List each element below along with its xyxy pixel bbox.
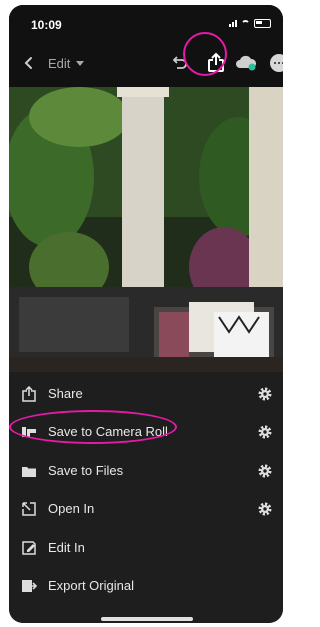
menu-item-export-original[interactable]: Export Original	[9, 567, 283, 605]
status-time: 10:09	[31, 18, 62, 32]
menu-item-label: Open In	[48, 501, 95, 516]
app-bar: Edit	[9, 41, 283, 87]
chevron-down-icon[interactable]	[76, 61, 84, 66]
gear-icon[interactable]	[257, 463, 273, 479]
edit-in-icon	[22, 541, 36, 555]
highlight-ring-share-button	[183, 32, 227, 76]
menu-item-open-in[interactable]: Open In	[9, 490, 283, 528]
gear-icon[interactable]	[257, 386, 273, 402]
photo-preview	[9, 87, 283, 372]
back-chevron-icon[interactable]	[21, 55, 37, 71]
cloud-sync-icon[interactable]	[235, 54, 257, 72]
menu-item-share[interactable]: Share	[9, 375, 283, 413]
more-options-button[interactable]	[270, 54, 283, 72]
export-menu: Share Save to Camera Roll Save to Files …	[9, 372, 283, 623]
home-indicator	[101, 617, 193, 621]
status-bar: 10:09	[9, 5, 283, 41]
gear-icon[interactable]	[257, 424, 273, 440]
signal-icon	[229, 20, 237, 27]
menu-item-save-to-files[interactable]: Save to Files	[9, 452, 283, 490]
menu-item-label: Export Original	[48, 578, 134, 593]
menu-item-label: Share	[48, 386, 83, 401]
edit-menu-label[interactable]: Edit	[48, 56, 70, 71]
folder-icon	[22, 467, 36, 477]
menu-item-edit-in[interactable]: Edit In	[9, 529, 283, 567]
menu-item-label: Save to Files	[48, 463, 124, 478]
menu-item-label: Edit In	[48, 540, 85, 555]
share-icon	[22, 386, 36, 402]
highlight-ring-save-to-camera-roll	[9, 410, 177, 444]
battery-icon	[254, 19, 271, 28]
open-in-icon	[22, 502, 36, 516]
phone-screen: 10:09 Edit Share Save to Camera Roll Sav…	[9, 5, 283, 623]
status-icons	[229, 19, 271, 28]
export-original-icon	[22, 580, 37, 592]
wifi-icon	[241, 20, 250, 27]
gear-icon[interactable]	[257, 501, 273, 517]
